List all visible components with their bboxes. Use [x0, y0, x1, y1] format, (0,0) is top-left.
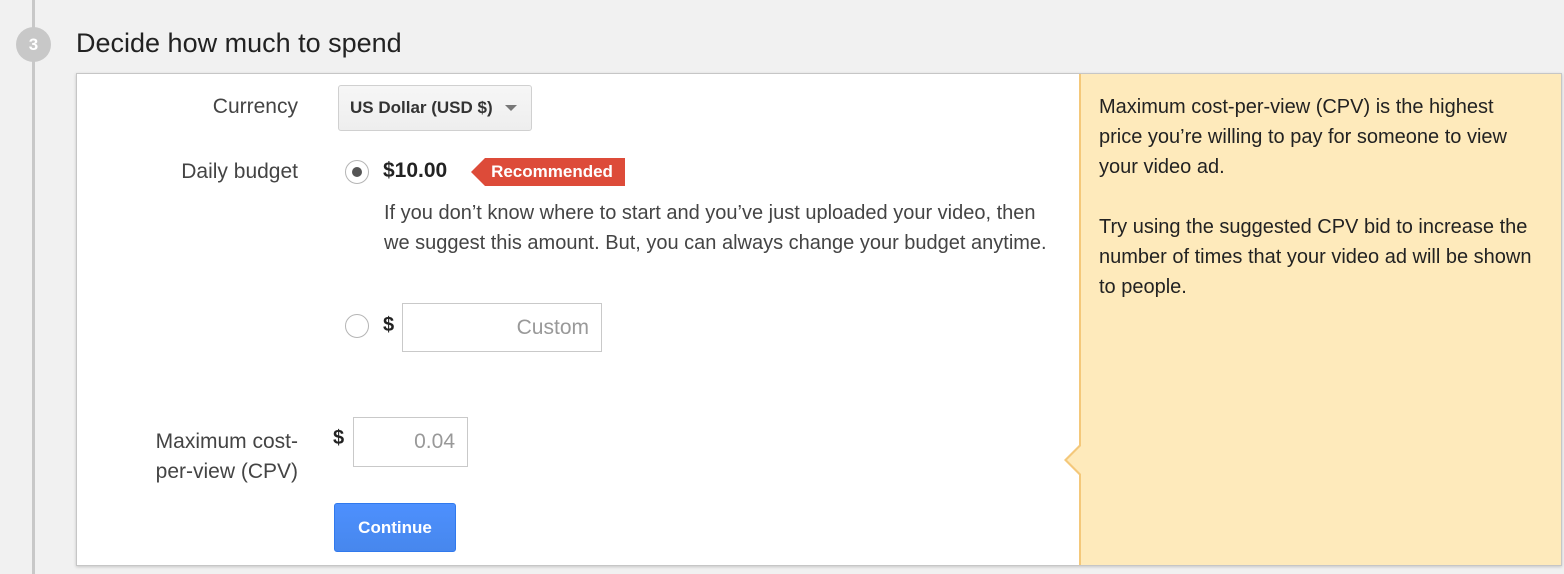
cpv-help-paragraph-1: Maximum cost-per-view (CPV) is the highe… — [1099, 96, 1507, 178]
continue-button-label: Continue — [358, 517, 432, 537]
currency-label: Currency — [212, 95, 298, 118]
budget-panel: Currency US Dollar (USD $) Daily budget … — [76, 73, 1562, 566]
cpv-currency-symbol: $ — [333, 427, 345, 449]
continue-button[interactable]: Continue — [334, 503, 456, 552]
recommended-amount: $10.00 — [383, 159, 448, 182]
step-number-badge: 3 — [16, 27, 51, 62]
page: 3 Decide how much to spend Currency US D… — [0, 0, 1564, 574]
recommended-budget-radio[interactable] — [345, 160, 369, 184]
custom-budget-input[interactable] — [402, 303, 602, 352]
step-title: Decide how much to spend — [76, 28, 402, 58]
currency-dropdown-value: US Dollar (USD $) — [350, 98, 493, 117]
note-pointer-fill — [1067, 446, 1081, 474]
recommended-badge: Recommended — [471, 158, 625, 186]
custom-currency-symbol: $ — [383, 314, 395, 336]
cpv-input[interactable] — [353, 417, 468, 467]
custom-budget-radio[interactable] — [345, 314, 369, 338]
daily-budget-label: Daily budget — [181, 160, 298, 183]
recommended-badge-label: Recommended — [491, 162, 613, 181]
step-connector-line — [32, 0, 35, 574]
cpv-help-paragraph-2: Try using the suggested CPV bid to incre… — [1099, 216, 1532, 298]
cpv-help-note: Maximum cost-per-view (CPV) is the highe… — [1079, 74, 1561, 565]
chevron-down-icon — [504, 105, 517, 111]
recommended-help-text: If you don’t know where to start and you… — [384, 202, 1047, 254]
currency-dropdown[interactable]: US Dollar (USD $) — [338, 85, 532, 131]
cpv-label: Maximum cost-per-view (CPV) — [155, 430, 298, 483]
